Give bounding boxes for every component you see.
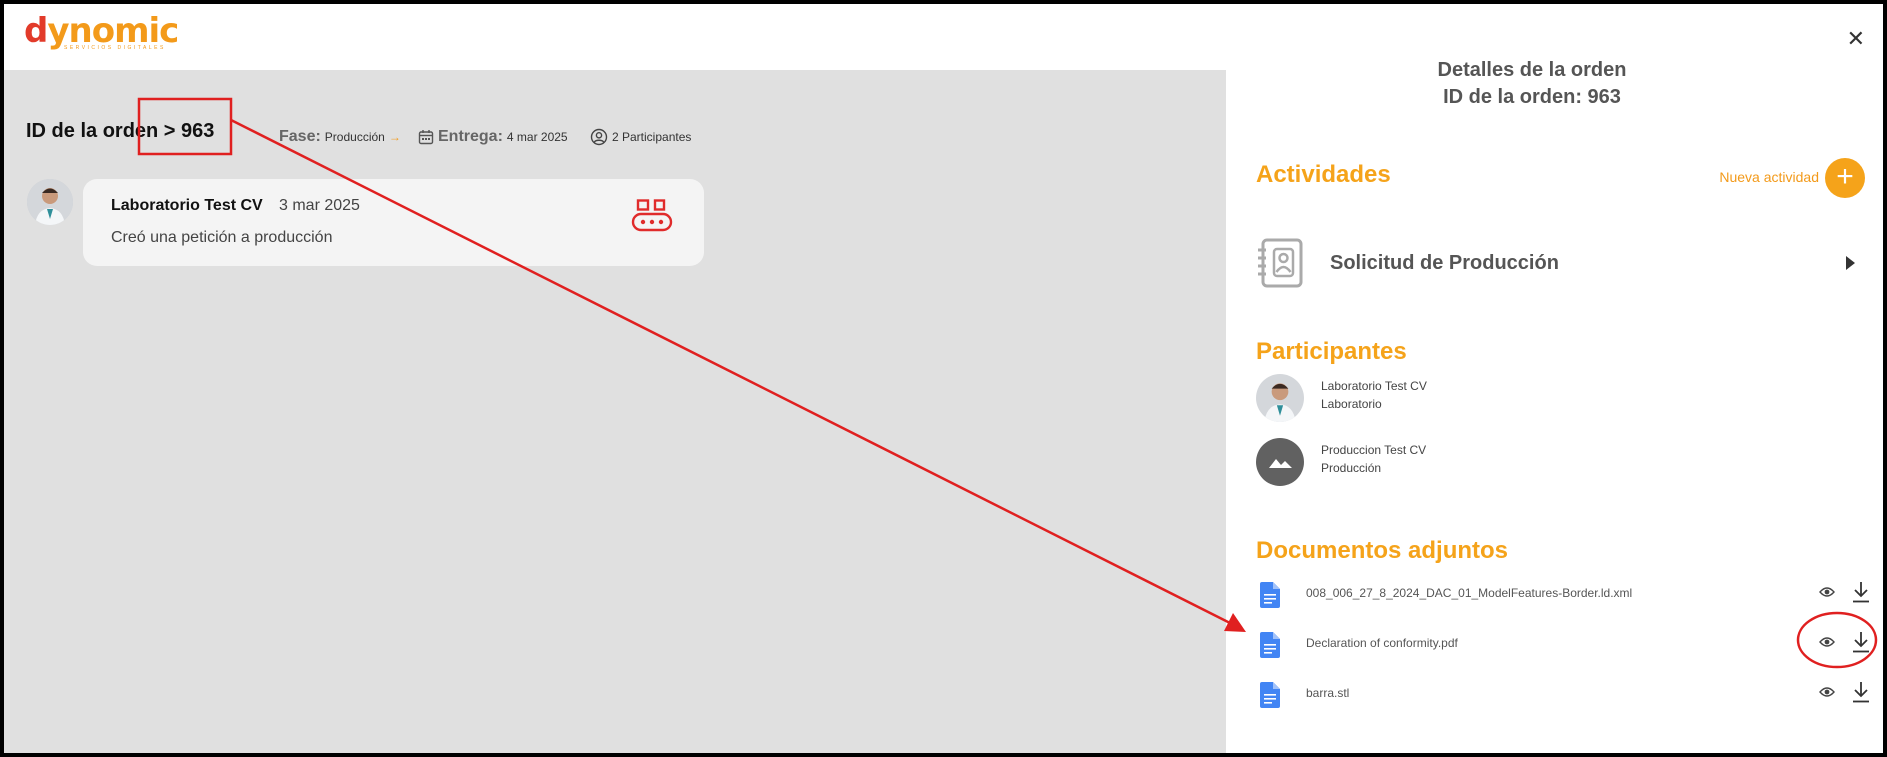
- highlight-box: [137, 97, 233, 156]
- annotation-arrow-line: [230, 118, 1231, 625]
- highlight-circle: [1796, 611, 1878, 669]
- annotation-overlay: [137, 97, 1878, 669]
